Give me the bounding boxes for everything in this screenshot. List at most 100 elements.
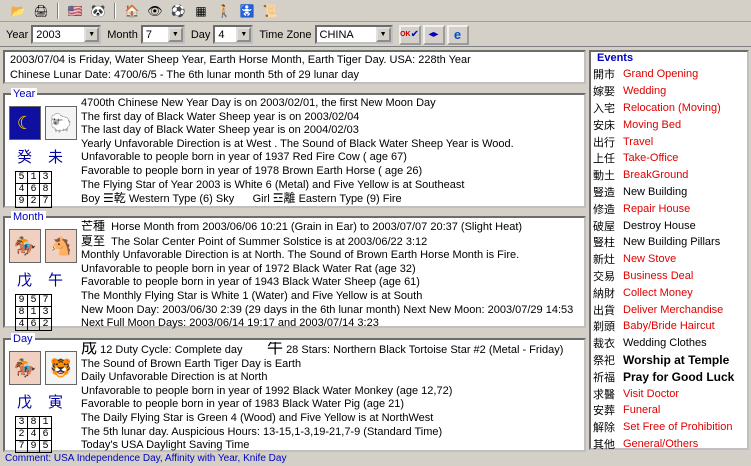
event-item[interactable]: 豎造 New Building — [593, 184, 745, 201]
event-item[interactable]: 新灶 New Stove — [593, 251, 745, 268]
event-item[interactable]: 解除 Set Free of Prohibition — [593, 419, 745, 436]
event-cn-label: 安葬 — [593, 405, 615, 418]
event-link[interactable]: Business Deal — [623, 270, 693, 282]
timezone-select[interactable]: CHINA ▼ — [314, 25, 393, 44]
solar-term-line: 夏至 The Solar Center Point of Summer Sols… — [81, 235, 580, 250]
grid-icon[interactable]: ▦ — [191, 2, 211, 20]
solar-term-cn: 芒種 — [81, 220, 106, 233]
blue-figure-icon[interactable]: 🚶 — [214, 2, 234, 20]
event-item[interactable]: 裁衣 Wedding Clothes — [593, 335, 745, 352]
event-link[interactable]: Collect Money — [623, 287, 693, 299]
event-cn-label: 嫁娶 — [593, 86, 615, 99]
chevron-down-icon[interactable]: ▼ — [84, 27, 100, 42]
date-summary: 2003/07/04 is Friday, Water Sheep Year, … — [3, 50, 586, 84]
eye-icon[interactable]: 👁 — [145, 2, 165, 20]
month-details: 芒種 Horse Month from 2003/06/06 10:21 (Gr… — [81, 220, 580, 331]
year-select-value: 2003 — [36, 28, 61, 41]
month-select[interactable]: 7 ▼ — [140, 25, 185, 44]
event-item[interactable]: 修造 Repair House — [593, 200, 745, 217]
event-cn-label: 出行 — [593, 136, 615, 149]
event-item[interactable]: 祭祀 Worship at Temple — [593, 352, 745, 369]
house-icon[interactable]: 🏠 — [122, 2, 142, 20]
arrow-left-right-icon: ◂▸ — [428, 29, 439, 40]
print-icon[interactable]: 🖨 — [31, 2, 51, 20]
year-line: The first day of Black Water Sheep year … — [81, 110, 360, 123]
event-item[interactable]: 破屋 Destroy House — [593, 217, 745, 234]
event-link[interactable]: Visit Doctor — [623, 388, 679, 400]
year-panel-title: Year — [11, 88, 38, 100]
event-item[interactable]: 納財 Collect Money — [593, 284, 745, 301]
prev-next-button[interactable]: ◂▸ — [422, 24, 445, 45]
grid-cell: 3 — [15, 416, 28, 429]
event-cn-label: 破屋 — [593, 220, 615, 233]
rider-icon: 🏇 — [9, 229, 41, 263]
grid-cell: 6 — [27, 183, 40, 196]
solar-term-line: 芒種 Horse Month from 2003/06/06 10:21 (Gr… — [81, 220, 580, 235]
day-label: Day — [190, 28, 211, 41]
stroller-icon[interactable]: 🚼 — [237, 2, 257, 20]
event-item[interactable]: 上任 Take-Office — [593, 150, 745, 167]
event-link[interactable]: Repair House — [623, 203, 690, 215]
chevron-down-icon[interactable]: ▼ — [167, 27, 183, 42]
event-item[interactable]: 動土 BreakGround — [593, 167, 745, 184]
ball-icon[interactable]: ⚽ — [168, 2, 188, 20]
day-line: Daily Unfavorable Direction is at North — [81, 371, 268, 384]
event-item[interactable]: 交易 Business Deal — [593, 268, 745, 285]
event-item[interactable]: 開市 Grand Opening — [593, 66, 745, 83]
event-link[interactable]: Take-Office — [623, 152, 678, 164]
event-link[interactable]: New Stove — [623, 253, 676, 265]
event-cn-label: 求醫 — [593, 388, 615, 401]
grid-cell: 8 — [15, 306, 28, 319]
event-link[interactable]: Funeral — [623, 404, 660, 416]
event-link[interactable]: Moving Bed — [623, 119, 681, 131]
grid-cell: 4 — [15, 318, 28, 331]
year-line: The last day of Black Water Sheep year i… — [81, 124, 359, 137]
event-link[interactable]: Grand Opening — [623, 68, 698, 80]
event-link[interactable]: Travel — [623, 136, 653, 148]
year-line: The Flying Star of Year 2003 is White 6 … — [81, 178, 465, 191]
event-item[interactable]: 其他 General/Others — [593, 436, 745, 453]
earthly-branch: 午 — [47, 272, 63, 289]
event-link[interactable]: Deliver Merchandise — [623, 304, 723, 316]
event-link[interactable]: General/Others — [623, 438, 698, 450]
grid-cell: 3 — [39, 306, 52, 319]
event-link[interactable]: Set Free of Prohibition — [623, 421, 732, 433]
event-link[interactable]: Worship at Temple — [623, 353, 729, 367]
month-line: Next Full Moon Days: 2003/06/14 19:17 an… — [81, 317, 379, 330]
day-select[interactable]: 4 ▼ — [213, 25, 254, 44]
browser-button[interactable]: e — [446, 24, 469, 45]
panda-icon[interactable]: 🐼 — [88, 2, 108, 20]
event-item[interactable]: 剃頭 Baby/Bride Haircut — [593, 318, 745, 335]
chevron-down-icon[interactable]: ▼ — [236, 27, 252, 42]
open-icon[interactable]: 📂 — [8, 2, 28, 20]
event-link[interactable]: Relocation (Moving) — [623, 102, 721, 114]
event-cn-label: 剃頭 — [593, 321, 615, 334]
sheep-icon: 🐑 — [45, 106, 77, 140]
day-line: Favorable to people born in year of 1983… — [81, 398, 405, 411]
event-item[interactable]: 祈福 Pray for Good Luck — [593, 368, 745, 385]
event-link[interactable]: New Building — [623, 186, 687, 198]
event-item[interactable]: 嫁娶 Wedding — [593, 83, 745, 100]
year-select[interactable]: 2003 ▼ — [31, 25, 102, 44]
us-flag-icon[interactable]: 🇺🇸 — [65, 2, 85, 20]
scholar-icon[interactable]: 📜 — [260, 2, 280, 20]
event-link[interactable]: Destroy House — [623, 220, 696, 232]
event-item[interactable]: 入宅 Relocation (Moving) — [593, 100, 745, 117]
earthly-branch: 未 — [47, 149, 63, 166]
event-link[interactable]: Baby/Bride Haircut — [623, 320, 715, 332]
chevron-down-icon[interactable]: ▼ — [375, 27, 391, 42]
event-link[interactable]: New Building Pillars — [623, 236, 720, 248]
ok-button[interactable]: OK ✔ — [398, 24, 421, 45]
event-item[interactable]: 安床 Moving Bed — [593, 116, 745, 133]
event-link[interactable]: Wedding Clothes — [623, 337, 707, 349]
night-sky-icon: ☾ — [9, 106, 41, 140]
event-item[interactable]: 出貨 Deliver Merchandise — [593, 301, 745, 318]
event-item[interactable]: 安葬 Funeral — [593, 402, 745, 419]
event-link[interactable]: Pray for Good Luck — [623, 370, 734, 384]
year-ganzhi: 癸 未 — [9, 146, 71, 167]
event-link[interactable]: BreakGround — [623, 169, 688, 181]
event-link[interactable]: Wedding — [623, 85, 666, 97]
event-item[interactable]: 出行 Travel — [593, 133, 745, 150]
event-item[interactable]: 豎柱 New Building Pillars — [593, 234, 745, 251]
event-item[interactable]: 求醫 Visit Doctor — [593, 385, 745, 402]
